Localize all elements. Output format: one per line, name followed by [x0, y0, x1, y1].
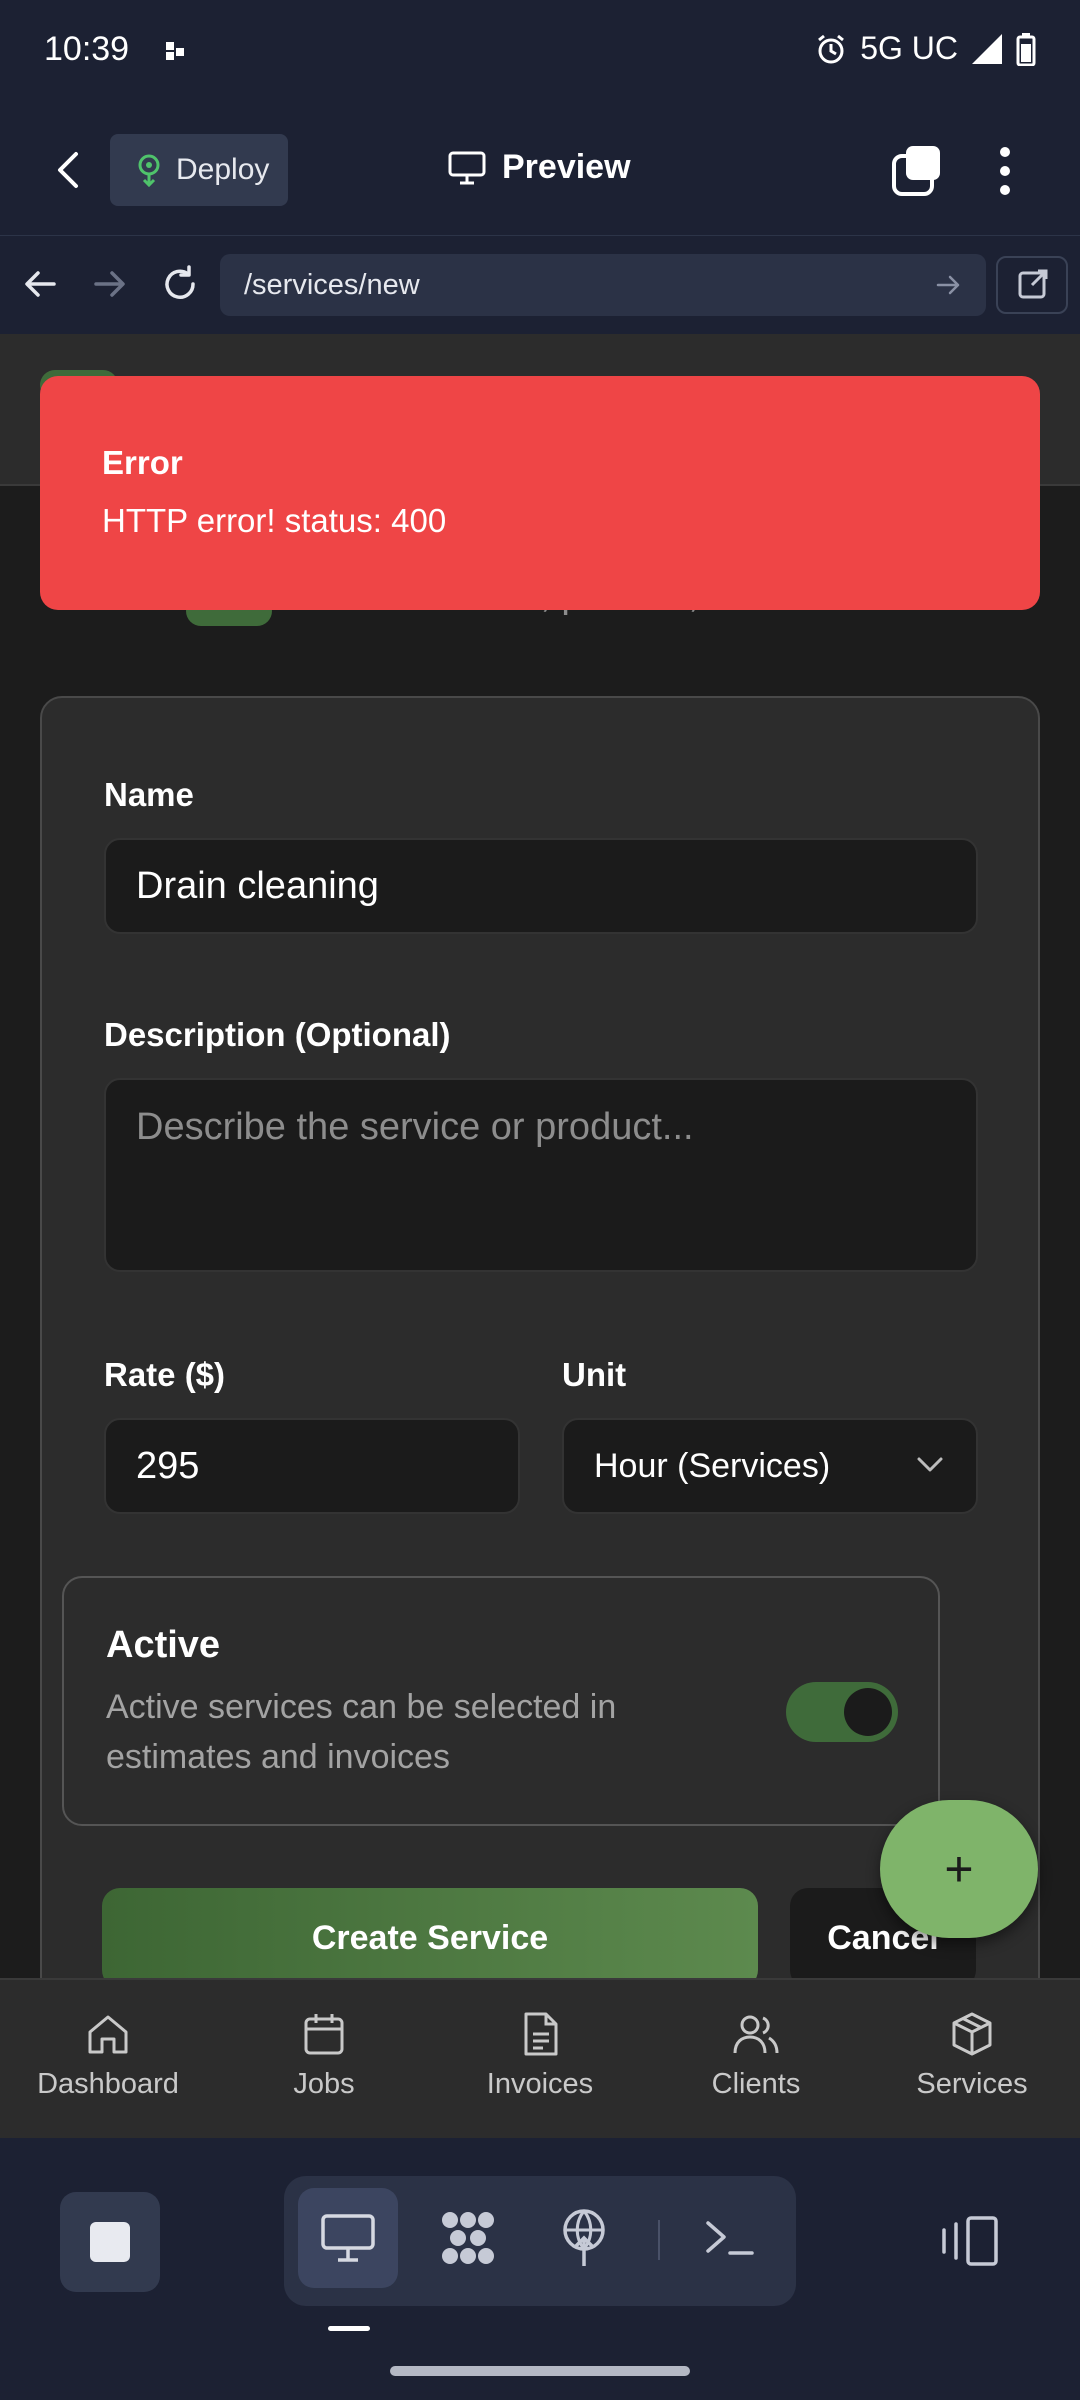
monitor-icon: [448, 151, 486, 184]
deploy-label: Deploy: [176, 153, 270, 186]
nav-label-clients: Clients: [711, 2068, 801, 2100]
deploy-icon: [138, 154, 160, 187]
nav-label-dashboard: Dashboard: [37, 2068, 179, 2100]
dock-tab-group: [284, 2176, 796, 2306]
rate-label: Rate ($): [104, 1356, 226, 1393]
nav-item-invoices[interactable]: Invoices: [432, 1980, 648, 2138]
nav-label-invoices: Invoices: [486, 2068, 594, 2100]
tab-workflows[interactable]: [418, 2188, 518, 2288]
url-input[interactable]: /services/new: [220, 254, 986, 316]
nav-item-dashboard[interactable]: Dashboard: [0, 1980, 216, 2138]
toast-message: HTTP error! status: 400: [102, 502, 447, 539]
plus-icon: +: [944, 1841, 974, 1897]
unit-value: Hour (Services): [594, 1446, 831, 1485]
device-switch-icon[interactable]: [938, 2214, 1002, 2268]
browser-back-icon[interactable]: [20, 264, 60, 304]
nav-item-clients[interactable]: Clients: [648, 1980, 864, 2138]
stop-icon: [90, 2222, 130, 2262]
notification-icon: [166, 42, 184, 60]
dock-separator: [658, 2220, 660, 2260]
preview-title: Preview: [448, 148, 631, 187]
back-arrow-icon[interactable]: [48, 148, 92, 192]
add-fab-button[interactable]: +: [880, 1800, 1038, 1938]
file-icon: [524, 2012, 558, 2056]
create-service-button[interactable]: Create Service: [102, 1888, 758, 1978]
terminal-icon: [706, 2221, 754, 2255]
signal-icon: [972, 33, 1002, 64]
status-time: 10:39: [44, 30, 130, 68]
app-toolbar: Deploy Preview: [0, 104, 1080, 236]
browser-forward-icon[interactable]: [90, 264, 130, 304]
box-icon: [952, 2012, 992, 2056]
nav-item-services[interactable]: Services: [864, 1980, 1080, 2138]
url-text: /services/new: [244, 268, 420, 301]
error-toast[interactable]: Error HTTP error! status: 400: [40, 376, 1040, 610]
nav-label-jobs: Jobs: [293, 2068, 355, 2100]
active-tab-indicator: [328, 2326, 370, 2331]
active-setting-box: Active Active services can be selected i…: [62, 1576, 940, 1826]
tab-deployments[interactable]: [534, 2188, 634, 2288]
toast-title: Error: [102, 444, 183, 481]
description-label: Description (Optional): [104, 1016, 451, 1053]
description-textarea[interactable]: Describe the service or product...: [104, 1078, 978, 1272]
preview-label: Preview: [502, 148, 631, 186]
unit-label: Unit: [562, 1356, 627, 1393]
more-vert-icon[interactable]: [990, 144, 1020, 198]
go-arrow-icon[interactable]: [934, 270, 964, 300]
monitor-icon: [321, 2214, 375, 2262]
workflow-icon: [442, 2212, 494, 2264]
active-toggle[interactable]: [786, 1682, 898, 1742]
browser-url-bar: /services/new: [0, 236, 1080, 334]
unit-select[interactable]: Hour (Services): [562, 1418, 978, 1514]
active-title: Active: [106, 1624, 221, 1666]
open-external-button[interactable]: [996, 256, 1068, 314]
deploy-icon: [563, 2209, 605, 2266]
home-icon: [88, 2015, 128, 2054]
nav-label-services: Services: [916, 2068, 1028, 2100]
active-description: Active services can be selected in estim…: [106, 1688, 617, 1776]
alarm-icon: [818, 34, 845, 63]
status-bar: 10:39 5G UC: [0, 0, 1080, 104]
users-icon: [733, 2015, 779, 2054]
chevron-down-icon: [917, 1457, 943, 1472]
network-type: 5G UC: [860, 30, 958, 66]
bottom-navigation: Dashboard Jobs Invoices Clients Services: [0, 1978, 1080, 2138]
calendar-icon: [304, 2014, 344, 2055]
tab-shell[interactable]: [680, 2188, 780, 2288]
toggle-knob: [844, 1688, 892, 1736]
name-input[interactable]: Drain cleaning: [104, 838, 978, 934]
battery-icon: [1016, 32, 1036, 66]
description-placeholder: Describe the service or product...: [136, 1106, 694, 1148]
workspace-dock: [0, 2138, 1080, 2400]
tabs-icon[interactable]: [890, 144, 944, 198]
rate-value: 295: [136, 1444, 200, 1487]
reload-icon[interactable]: [160, 264, 200, 304]
rate-input[interactable]: 295: [104, 1418, 520, 1514]
tab-preview[interactable]: [298, 2188, 398, 2288]
name-value: Drain cleaning: [136, 864, 379, 907]
gesture-bar: [390, 2366, 690, 2376]
name-label: Name: [104, 776, 194, 813]
nav-item-jobs[interactable]: Jobs: [216, 1980, 432, 2138]
deploy-button[interactable]: Deploy: [110, 134, 288, 206]
stop-button[interactable]: [60, 2192, 160, 2292]
external-link-icon: [1018, 269, 1048, 299]
